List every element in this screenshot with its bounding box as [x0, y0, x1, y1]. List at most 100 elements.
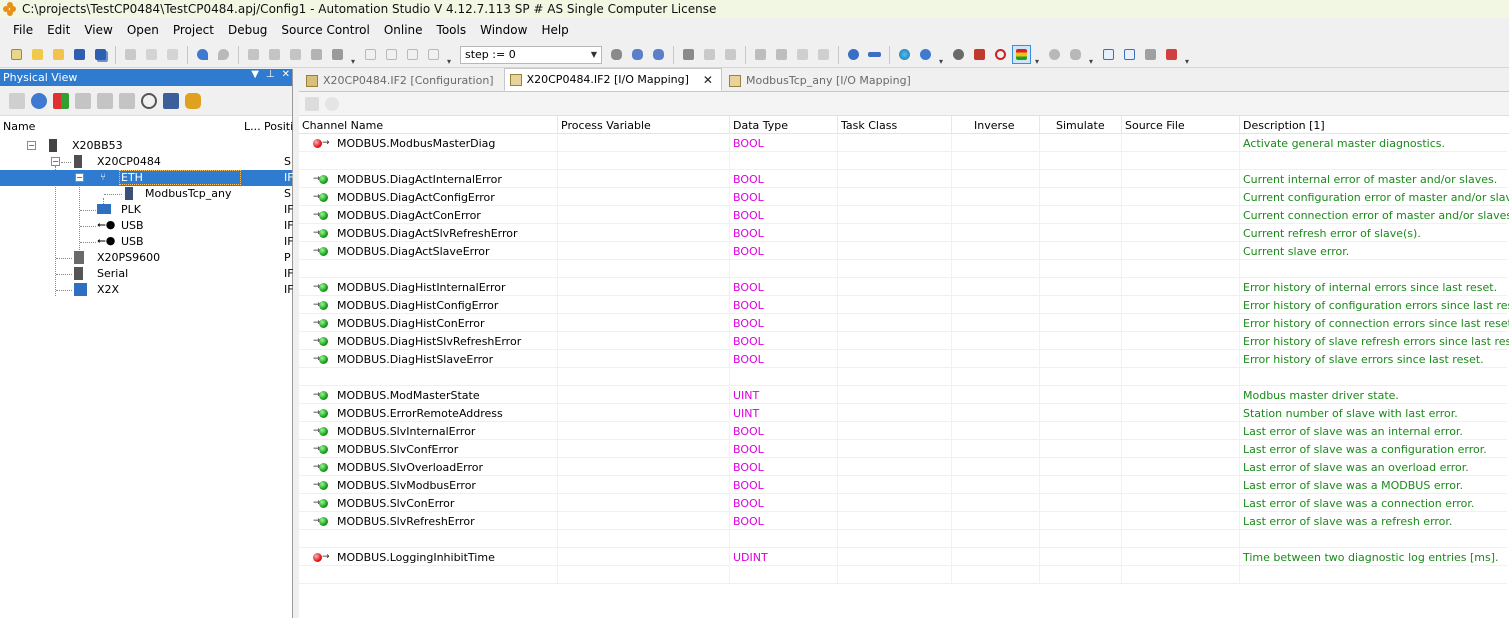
- search-online-icon[interactable]: [950, 46, 967, 63]
- table-row[interactable]: → MODBUS.ModbusMasterDiag BOOL Activate gen…: [299, 134, 1507, 152]
- close-icon[interactable]: ✕: [703, 73, 713, 87]
- tab-modbustcp-io-mapping[interactable]: ModbusTcp_any [I/O Mapping]: [724, 70, 919, 91]
- module-config-icon[interactable]: [97, 92, 113, 109]
- paste-icon[interactable]: [164, 46, 181, 63]
- chevron-down-icon[interactable]: ▼: [251, 69, 259, 80]
- table-row[interactable]: → MODBUS.SlvInternalError BOOL Last error o…: [299, 422, 1507, 440]
- new-project-icon[interactable]: [8, 46, 25, 63]
- menu-open[interactable]: Open: [120, 23, 166, 37]
- undo-icon[interactable]: [194, 46, 211, 63]
- power-icon[interactable]: [992, 46, 1009, 63]
- find-icon[interactable]: [266, 46, 283, 63]
- column-channel-name[interactable]: Channel Name: [302, 119, 383, 132]
- traffic-light-icon[interactable]: [1012, 45, 1031, 64]
- table-row[interactable]: → MODBUS.SlvRefreshError BOOL Last error of…: [299, 512, 1507, 530]
- toolbar-overflow-icon[interactable]: [1089, 46, 1095, 66]
- menu-online[interactable]: Online: [377, 23, 430, 37]
- column-position[interactable]: Positi: [264, 120, 293, 133]
- menu-help[interactable]: Help: [534, 23, 575, 37]
- table-row[interactable]: → MODBUS.LoggingInhibitTime UDINT Time betw…: [299, 548, 1507, 566]
- open-folder-icon[interactable]: [50, 46, 67, 63]
- collapse-icon[interactable]: −: [51, 157, 60, 166]
- table-row[interactable]: → MODBUS.DiagActConError BOOL Current conne…: [299, 206, 1509, 224]
- table-row[interactable]: → MODBUS.SlvOverloadError BOOL Last error o…: [299, 458, 1507, 476]
- table-row[interactable]: → MODBUS.DiagActSlvRefreshError BOOL Curren…: [299, 224, 1507, 242]
- gear-icon[interactable]: [1046, 46, 1063, 63]
- tab-configuration[interactable]: X20CP0484.IF2 [Configuration]: [301, 70, 502, 91]
- column-l[interactable]: L...: [244, 120, 261, 133]
- arrow-down-icon[interactable]: [773, 46, 790, 63]
- menu-file[interactable]: File: [6, 23, 40, 37]
- copy-icon[interactable]: [143, 46, 160, 63]
- uncomment-icon[interactable]: [404, 46, 421, 63]
- column-process-variable[interactable]: Process Variable: [561, 119, 651, 132]
- breakpoint-icon[interactable]: [680, 46, 697, 63]
- indent-icon[interactable]: [794, 46, 811, 63]
- tree-node-usb-1[interactable]: ⭠● USB IF: [0, 218, 294, 234]
- table-row[interactable]: → MODBUS.DiagHistConError BOOL Error histor…: [299, 314, 1509, 332]
- table-row[interactable]: → MODBUS.ModMasterState UINT Modbus master …: [299, 386, 1507, 404]
- properties-icon[interactable]: [308, 46, 325, 63]
- comment-icon[interactable]: [325, 96, 339, 111]
- arrow-up-icon[interactable]: [752, 46, 769, 63]
- wrench-icon[interactable]: [185, 92, 201, 109]
- column-data-type[interactable]: Data Type: [733, 119, 788, 132]
- collapse-icon[interactable]: −: [75, 173, 84, 182]
- tree-node-x20bb53[interactable]: − X20BB53: [0, 138, 292, 154]
- column-task-class[interactable]: Task Class: [841, 119, 897, 132]
- color-grid-icon[interactable]: [53, 92, 69, 109]
- network-icon[interactable]: [163, 92, 179, 109]
- table-row[interactable]: → MODBUS.DiagHistInternalError BOOL Error h…: [299, 278, 1507, 296]
- table-row[interactable]: → MODBUS.DiagHistSlvRefreshError BOOL Error…: [299, 332, 1509, 350]
- bookmark-icon[interactable]: [425, 46, 442, 63]
- toolbar-overflow-icon[interactable]: [1185, 46, 1191, 66]
- table-row[interactable]: → MODBUS.SlvConError BOOL Last error of sla…: [299, 494, 1507, 512]
- menu-project[interactable]: Project: [166, 23, 221, 37]
- column-description[interactable]: Description [1]: [1243, 119, 1325, 132]
- table-icon[interactable]: [1121, 46, 1138, 63]
- table-row[interactable]: → MODBUS.SlvModbusError BOOL Last error of …: [299, 476, 1507, 494]
- tree-node-x20ps9600[interactable]: X20PS9600 P: [0, 250, 292, 266]
- column-inverse[interactable]: Inverse: [974, 119, 1015, 132]
- table-row[interactable]: → MODBUS.DiagHistSlaveError BOOL Error hist…: [299, 350, 1507, 368]
- remove-module-icon[interactable]: [866, 46, 883, 63]
- close-icon[interactable]: ✕: [282, 69, 290, 80]
- tools-icon[interactable]: [1142, 46, 1159, 63]
- table-row[interactable]: → MODBUS.DiagActSlaveError BOOL Current sla…: [299, 242, 1507, 260]
- menu-edit[interactable]: Edit: [40, 23, 77, 37]
- menu-view[interactable]: View: [77, 23, 119, 37]
- chevron-down-icon[interactable]: ▼: [588, 48, 600, 62]
- column-name[interactable]: Name: [3, 120, 35, 133]
- pin-icon[interactable]: ⊥: [266, 69, 275, 80]
- redo-icon[interactable]: [215, 46, 232, 63]
- rectangle-icon[interactable]: [362, 46, 379, 63]
- column-source-file[interactable]: Source File: [1125, 119, 1185, 132]
- module-icon[interactable]: [75, 92, 91, 109]
- wand-icon[interactable]: [305, 96, 319, 111]
- monitor-icon[interactable]: [650, 46, 667, 63]
- find-icon[interactable]: [141, 92, 157, 109]
- toolbar-overflow-icon[interactable]: [447, 46, 453, 66]
- column-simulate[interactable]: Simulate: [1056, 119, 1105, 132]
- menu-tools[interactable]: Tools: [430, 23, 474, 37]
- collapse-icon[interactable]: −: [27, 141, 36, 150]
- menu-window[interactable]: Window: [473, 23, 534, 37]
- table-row[interactable]: → MODBUS.SlvConfError BOOL Last error of sl…: [299, 440, 1507, 458]
- save-icon[interactable]: [71, 46, 88, 63]
- replace-icon[interactable]: [287, 46, 304, 63]
- table-row[interactable]: → MODBUS.DiagActInternalError BOOL Current …: [299, 170, 1507, 188]
- search-icon[interactable]: [31, 92, 47, 109]
- tree-node-modbustcp-any[interactable]: ModbusTcp_any S: [0, 186, 292, 202]
- tree-node-usb-2[interactable]: ⭠● USB IF: [0, 234, 294, 250]
- toolbar-overflow-icon[interactable]: [939, 46, 945, 66]
- watch-icon[interactable]: [629, 46, 646, 63]
- table-row[interactable]: → MODBUS.ErrorRemoteAddress UINT Station nu…: [299, 404, 1507, 422]
- table-row[interactable]: → MODBUS.DiagHistConfigError BOOL Error his…: [299, 296, 1509, 314]
- save-all-icon[interactable]: [92, 46, 109, 63]
- comment-icon[interactable]: [383, 46, 400, 63]
- tree-node-x2x[interactable]: X2X IF: [0, 282, 294, 298]
- cut-icon[interactable]: [122, 46, 139, 63]
- document-icon[interactable]: [119, 92, 135, 109]
- globe-icon[interactable]: [896, 46, 913, 63]
- tree-node-x20cp0484[interactable]: − X20CP0484 S: [0, 154, 292, 170]
